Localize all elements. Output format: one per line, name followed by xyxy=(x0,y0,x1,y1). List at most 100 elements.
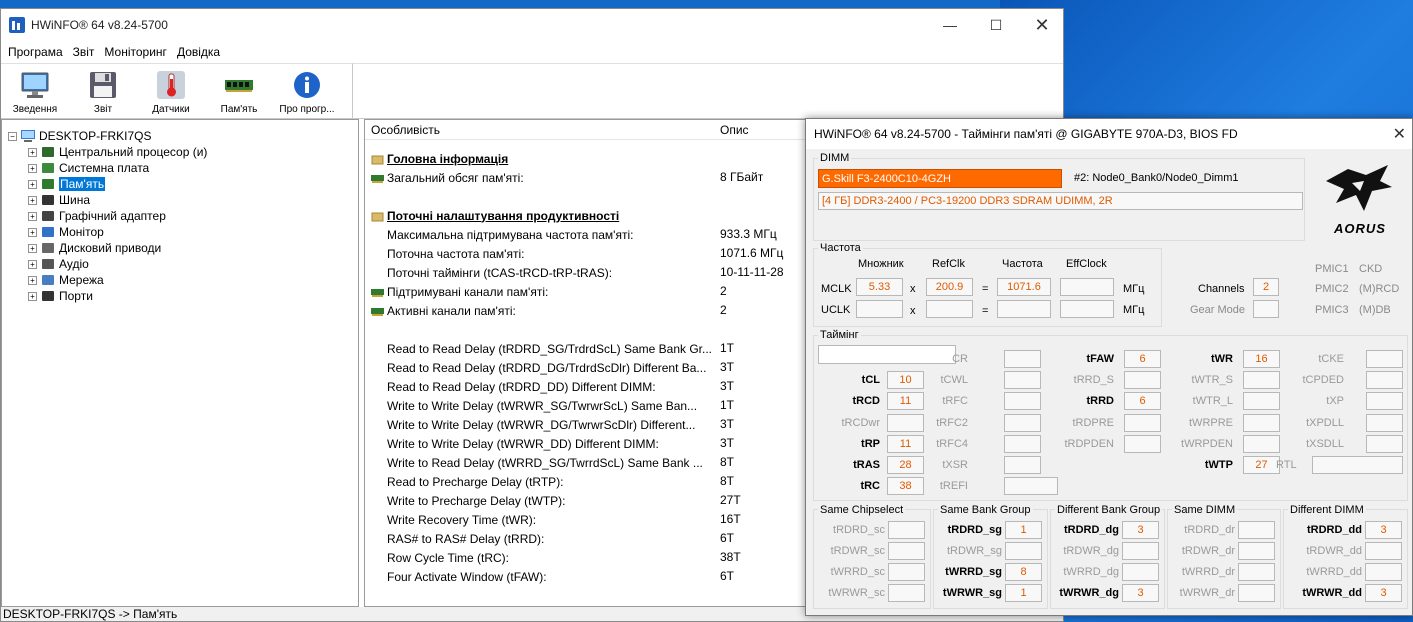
menu-bar: Програма Звіт Моніторинг Довідка xyxy=(1,41,1063,63)
detail-value: 3T xyxy=(720,436,735,450)
ram-module-icon xyxy=(371,173,384,183)
menu-report[interactable]: Звіт xyxy=(68,45,100,59)
toolbar-memory-button[interactable]: Пам'ять xyxy=(205,64,273,118)
detail-value: 933.3 МГц xyxy=(720,227,777,241)
tree-item-motherboard[interactable]: + Системна плата xyxy=(28,160,149,176)
toolbar-about-button[interactable]: Про прогр... xyxy=(273,64,341,118)
tree-item-network[interactable]: + Мережа xyxy=(28,272,104,288)
dimm-module-field[interactable]: G.Skill F3-2400C10-4GZH xyxy=(818,169,1062,188)
timings-close-button[interactable]: ✕ xyxy=(1393,124,1406,144)
timing-value-twtp: 27 xyxy=(1243,456,1280,474)
subtiming-label-trdwr-sc: tRDWR_sc xyxy=(830,545,885,557)
timing-label-txpdll: tXPDLL xyxy=(1306,417,1344,429)
timing-label-twrpden: tWRPDEN xyxy=(1181,438,1233,450)
detail-label: Write to Write Delay (tWRWR_DD) Differen… xyxy=(387,436,659,451)
uclk-times: x xyxy=(910,305,916,317)
mclk-effclock xyxy=(1060,278,1114,296)
detail-label: Write Recovery Time (tWR): xyxy=(387,512,537,527)
toolbar-summary-button[interactable]: Зведення xyxy=(1,64,69,118)
maximize-button[interactable]: ☐ xyxy=(973,9,1019,41)
timing-label-trrd: tRRD xyxy=(1086,395,1115,407)
mclk-unit: МГц xyxy=(1123,283,1145,295)
close-button[interactable]: ✕ xyxy=(1019,9,1063,41)
timing-label-trfc: tRFC xyxy=(942,395,968,407)
menu-monitoring[interactable]: Моніторинг xyxy=(99,45,172,59)
pmic1-value: CKD xyxy=(1359,263,1383,275)
column-header-feature[interactable]: Особливість xyxy=(371,123,440,137)
detail-row: Поточна частота пам'яті: xyxy=(387,244,524,263)
network-icon xyxy=(40,273,56,287)
tree-root[interactable]: − DESKTOP-FRKI7QS xyxy=(8,128,151,144)
detail-value: 8 ГБайт xyxy=(720,170,764,184)
device-tree: − DESKTOP-FRKI7QS + Центральний процесор … xyxy=(1,119,359,607)
timing-value-twrpden xyxy=(1243,435,1280,453)
tree-item-bus[interactable]: + Шина xyxy=(28,192,90,208)
mclk-label: MCLK xyxy=(821,283,852,295)
subtiming-label-twrrd-dr: tWRRD_dr xyxy=(1181,566,1235,578)
tree-item-cpu[interactable]: + Центральний процесор (и) xyxy=(28,144,207,160)
detail-row: Read to Precharge Delay (tRTP): xyxy=(387,472,564,491)
subtiming-value-twrrd-dg xyxy=(1122,563,1159,581)
detail-value: 6T xyxy=(720,569,735,583)
port-icon xyxy=(40,289,56,303)
toolbar-sensors-button[interactable]: Датчики xyxy=(137,64,205,118)
tree-item-label: Дисковий приводи xyxy=(59,241,162,255)
timings-titlebar[interactable]: HWiNFO® 64 v8.24-5700 - Таймінги пам'яті… xyxy=(806,119,1412,149)
subtiming-label-twrwr-dg: tWRWR_dg xyxy=(1059,587,1119,599)
tree-item-ports[interactable]: + Порти xyxy=(28,288,93,304)
expand-icon[interactable]: + xyxy=(28,275,37,285)
expand-icon[interactable]: + xyxy=(28,147,37,157)
detail-label: Read to Read Delay (tRDRD_SG/TrdrdScL) S… xyxy=(387,341,713,356)
expand-icon[interactable]: + xyxy=(28,211,37,221)
expand-icon[interactable]: + xyxy=(28,243,37,253)
subtiming-label-trdrd-sc: tRDRD_sc xyxy=(833,524,885,536)
timing-label-twr: tWR xyxy=(1211,353,1233,365)
timing-label-trcdwr: tRCDwr xyxy=(841,417,881,429)
detail-row: Поточні налаштування продуктивності xyxy=(371,206,619,225)
expand-icon[interactable]: + xyxy=(28,179,37,189)
timing-value-tcpded xyxy=(1366,371,1403,389)
tree-item-graphics[interactable]: + Графічний адаптер xyxy=(28,208,166,224)
tree-item-monitor[interactable]: + Монітор xyxy=(28,224,104,240)
detail-row: Write to Write Delay (tWRWR_DD) Differen… xyxy=(387,434,659,453)
timing-value-txp xyxy=(1366,392,1403,410)
detail-label: Write to Write Delay (tWRWR_SG/TwrwrScL)… xyxy=(387,398,698,413)
timing-label-trcd: tRCD xyxy=(852,395,881,407)
expand-icon[interactable]: + xyxy=(28,195,37,205)
column-header-description[interactable]: Опис xyxy=(720,123,749,137)
menu-program[interactable]: Програма xyxy=(3,45,68,59)
expand-icon[interactable]: + xyxy=(28,259,37,269)
timing-label-tfaw: tFAW xyxy=(1086,353,1115,365)
mclk-frequency: 1071.6 xyxy=(997,278,1051,296)
timing-subgroup-label: Different DIMM xyxy=(1288,504,1366,516)
subtiming-value-trdrd-dg: 3 xyxy=(1122,521,1159,539)
toolbar-report-button[interactable]: Звіт xyxy=(69,64,137,118)
detail-label: Read to Read Delay (tRDRD_DG/TrdrdScDlr)… xyxy=(387,360,707,375)
channels-value: 2 xyxy=(1253,278,1279,296)
pmic3-label: PMIC3 xyxy=(1315,304,1349,316)
subtiming-label-trdwr-dg: tRDWR_dg xyxy=(1063,545,1119,557)
main-titlebar[interactable]: HWiNFO® 64 v8.24-5700 xyxy=(1,9,1063,41)
uclk-multiplier xyxy=(856,300,903,318)
subtiming-label-twrrd-dg: tWRRD_dg xyxy=(1063,566,1119,578)
tree-item-memory[interactable]: + Пам'ять xyxy=(28,176,106,192)
timing-label-twtp: tWTP xyxy=(1204,459,1233,471)
thermometer-icon xyxy=(156,70,186,100)
menu-help[interactable]: Довідка xyxy=(172,45,225,59)
mclk-times: x xyxy=(910,283,916,295)
tree-item-audio[interactable]: + Аудіо xyxy=(28,256,89,272)
expand-icon[interactable]: + xyxy=(28,291,37,301)
timing-value-txsr xyxy=(1004,456,1041,474)
minimize-button[interactable]: — xyxy=(927,9,973,41)
expand-icon[interactable]: + xyxy=(28,163,37,173)
mclk-refclk: 200.9 xyxy=(926,278,973,296)
channels-label: Channels xyxy=(1198,283,1245,295)
tree-item-disk[interactable]: + Дисковий приводи xyxy=(28,240,161,256)
uclk-frequency xyxy=(997,300,1051,318)
pmic2-label: PMIC2 xyxy=(1315,283,1349,295)
subtiming-value-twrrd-dd xyxy=(1365,563,1402,581)
detail-label: Read to Read Delay (tRDRD_DD) Different … xyxy=(387,379,656,394)
detail-label: Read to Precharge Delay (tRTP): xyxy=(387,474,564,489)
expand-icon[interactable]: + xyxy=(28,227,37,237)
collapse-icon[interactable]: − xyxy=(8,131,17,141)
